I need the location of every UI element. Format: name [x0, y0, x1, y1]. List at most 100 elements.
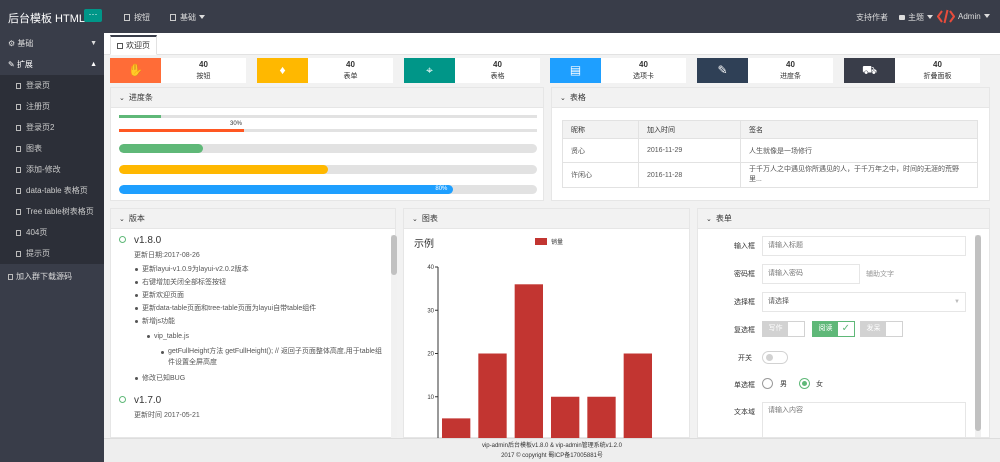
content-textarea[interactable]: 请输入内容 [762, 402, 966, 437]
sidebar-item-add-edit[interactable]: 添加-修改 [0, 159, 104, 180]
column-header: 签名 [740, 120, 978, 139]
password-input[interactable]: 请输入密码 [762, 264, 860, 284]
progress-bar: 80% [119, 185, 537, 194]
check-icon: ✓ [841, 323, 850, 334]
list-item: 新增js功能 [134, 315, 387, 328]
footer-copyright: 2017 © copyright 蜀ICP备17005881号 [501, 453, 603, 459]
chart-bar[interactable] [623, 353, 653, 439]
chart-bar[interactable] [441, 418, 471, 438]
y-tick-label: 30 [427, 308, 434, 314]
table-row[interactable]: 贤心 2016-11-29 人生就像是一场修行 [562, 138, 978, 163]
sidebar-item-data-table[interactable]: data-table 表格页 [0, 180, 104, 201]
nav-item-buttons[interactable]: 按钮 [124, 12, 150, 23]
chevron-down-icon: ⌄ [560, 95, 566, 102]
cart-icon: ⛟ [844, 58, 895, 83]
sidebar-submenu: 登录页 注册页 登录页2 图表 添加-修改 data-table 表格页 Tre… [0, 75, 104, 264]
sidebar-toggle-button[interactable]: ··· [84, 9, 102, 22]
app-logo[interactable]: 后台模板 HTML [8, 10, 85, 26]
progress-fill [119, 144, 203, 153]
select-label: 选择框 [734, 299, 755, 306]
sidebar-group-extend[interactable]: ✎ 扩展 ▲ [0, 54, 104, 75]
sidebar-group-basic[interactable]: ⚙ 基础 ▼ [0, 33, 104, 54]
list-item: 更新欢迎页面 [134, 289, 387, 302]
doc-icon [16, 209, 21, 215]
scrollbar-thumb[interactable] [975, 235, 981, 431]
stat-label: 选项卡 [633, 73, 654, 80]
progress-bar [119, 144, 537, 153]
chart-bar[interactable] [587, 396, 616, 438]
checkbox-daydream[interactable]: 发呆 [860, 321, 903, 337]
tab-welcome[interactable]: 欢迎页 [110, 35, 157, 55]
doc-icon [124, 14, 130, 21]
column-header: 加入时间 [638, 120, 741, 139]
input-label: 输入框 [734, 243, 755, 250]
table-cell: 2016-11-29 [638, 138, 741, 163]
chart-bar[interactable] [514, 284, 544, 438]
stat-card-buttons[interactable]: ✋ 40 按钮 [110, 58, 246, 83]
panel-header[interactable]: ⌄ 进度条 [111, 88, 543, 108]
support-author-link[interactable]: 支持作者 [856, 12, 888, 23]
legend-label: 销量 [551, 238, 563, 246]
sidebar-item-login2[interactable]: 登录页2 [0, 117, 104, 138]
stat-card-tabs[interactable]: ▤ 40 选项卡 [550, 58, 686, 83]
doc-icon [16, 230, 21, 236]
gear-icon: ⚙ [8, 39, 16, 48]
table-cell: 于千万人之中遇见你所遇见的人，于千万年之中，时间的无涯的荒野里... [740, 162, 978, 188]
stat-label: 表格 [490, 73, 505, 80]
user-menu[interactable]: Admin [958, 12, 990, 21]
sidebar-item-login[interactable]: 登录页 [0, 75, 104, 96]
stat-value: 40 [786, 60, 795, 69]
panel-header[interactable]: ⌄ 版本 [111, 209, 395, 229]
checkbox-reading[interactable]: 阅读 ✓ [812, 321, 855, 337]
sidebar-item-tree-table[interactable]: Tree table树表格页 [0, 201, 104, 222]
panel-header[interactable]: ⌄ 图表 [404, 209, 689, 229]
chart-bars [441, 284, 653, 439]
title-input[interactable]: 请输入标题 [762, 236, 966, 256]
scrollbar[interactable] [975, 235, 981, 437]
code-logo-icon [937, 9, 955, 24]
footer: vip-admin后台模板v1.8.0 & vip-admin管理系统v1.2.… [104, 438, 1000, 462]
sidebar-item-register[interactable]: 注册页 [0, 96, 104, 117]
stat-value: 40 [639, 60, 648, 69]
nav-item-basic[interactable]: 基础 [170, 12, 205, 23]
changelog-subsublist: getFullHeight方法 getFullHeight(); // 返回子页… [146, 346, 387, 368]
progress-fill [119, 115, 161, 118]
list-item: vip_table.js [146, 330, 387, 343]
scrollbar[interactable] [391, 235, 397, 439]
location-icon: ⌖ [404, 58, 455, 83]
sidebar-item-404[interactable]: 404页 [0, 222, 104, 243]
table-row[interactable]: 许闲心 2016-11-28 于千万人之中遇见你所遇见的人，于千万年之中，时间的… [562, 162, 978, 188]
stat-card-tables[interactable]: ⌖ 40 表格 [404, 58, 540, 83]
stat-card-progress[interactable]: ✎ 40 进度条 [697, 58, 833, 83]
stat-card-forms[interactable]: ♦ 40 表单 [257, 58, 393, 83]
version-date: 更新时间 2017-05-21 [134, 412, 200, 419]
table-cell: 人生就像是一场修行 [740, 138, 978, 163]
radio-female[interactable] [799, 378, 810, 389]
timeline: v1.8.0 更新日期:2017-08-26 更新layui-v1.0.9为la… [117, 235, 387, 440]
chart-bar[interactable] [478, 353, 507, 439]
list-item: 右键增加关闭全部标签按钮 [134, 276, 387, 289]
doc-icon [16, 167, 21, 173]
scrollbar-thumb[interactable] [391, 235, 397, 275]
legend-swatch[interactable] [535, 238, 547, 245]
doc-icon [16, 146, 21, 152]
chevron-down-icon [983, 14, 990, 18]
chevron-down-icon: ⌄ [119, 216, 125, 223]
form-row-radio: 单选框 男 女 [698, 375, 966, 395]
theme-menu[interactable]: 主题 [899, 12, 933, 23]
top-bar: 后台模板 HTML ··· 按钮 基础 支持作者 主题 Admin [0, 0, 1000, 33]
chart-bar[interactable] [550, 396, 580, 438]
progress-bar [119, 115, 537, 118]
sidebar-item-chart[interactable]: 图表 [0, 138, 104, 159]
stat-card-collapse[interactable]: ⛟ 40 折叠面板 [844, 58, 980, 83]
select-dropdown[interactable]: 请选择 ▼ [762, 292, 966, 312]
checkbox-writing[interactable]: 写作 [762, 321, 805, 337]
sidebar-item-download[interactable]: 加入群下载源码 [0, 266, 104, 287]
toggle-switch[interactable] [762, 351, 788, 364]
panel-header[interactable]: ⌄ 表格 [552, 88, 989, 108]
wrench-icon: ✎ [8, 60, 15, 69]
switch-knob [766, 354, 773, 361]
sidebar-item-tips[interactable]: 提示页 [0, 243, 104, 264]
radio-male[interactable] [762, 378, 773, 389]
progress-fill [119, 129, 245, 132]
